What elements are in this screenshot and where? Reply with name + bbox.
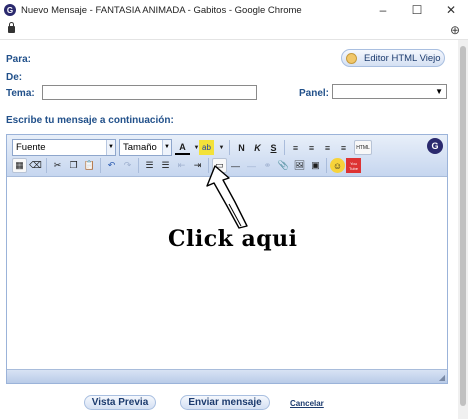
window-titlebar: G Nuevo Mensaje - FANTASIA ANIMADA - Gab… [0, 0, 468, 20]
picture-icon[interactable]: 🖼 [292, 158, 307, 173]
align-justify-icon[interactable]: ≡ [336, 140, 351, 155]
minimize-button[interactable]: – [366, 0, 400, 20]
text-color-button[interactable]: A [175, 140, 190, 155]
editor-html-viejo-button[interactable]: Editor HTML Viejo [341, 49, 445, 67]
maximize-button[interactable]: ☐ [400, 0, 434, 20]
font-select[interactable]: Fuente ▼ [12, 139, 116, 156]
youtube-icon[interactable]: You Tube [346, 158, 361, 173]
gabitos-logo-button[interactable]: G [427, 138, 443, 154]
numbered-list-icon[interactable]: ☰ [142, 158, 157, 173]
app-logo-icon: G [4, 4, 16, 16]
underline-button[interactable]: S [266, 140, 281, 155]
panel-label: Panel: [299, 88, 330, 99]
special-char-icon[interactable]: ▣ [308, 158, 323, 173]
bold-button[interactable]: N [234, 140, 249, 155]
paste-icon[interactable]: 📋 [82, 158, 97, 173]
toolbar-separator [46, 158, 47, 173]
preview-button[interactable]: Vista Previa [84, 395, 156, 410]
chevron-down-icon: ▼ [106, 140, 115, 155]
tema-input[interactable] [42, 85, 257, 100]
align-right-icon[interactable]: ≡ [320, 140, 335, 155]
toolbar-separator [326, 158, 327, 173]
scroll-thumb[interactable] [460, 46, 466, 406]
toolbar-separator [284, 140, 285, 155]
redo-icon[interactable]: ↷ [120, 158, 135, 173]
hand-drawn-arrow [206, 165, 248, 229]
click-here-annotation: Click aqui [168, 226, 298, 252]
page-scrollbar[interactable] [458, 40, 468, 419]
toolbar-separator [100, 158, 101, 173]
window-controls: – ☐ ✕ [366, 0, 468, 20]
attachment-icon[interactable]: 📎 [276, 158, 291, 173]
cancel-link[interactable]: Cancelar [290, 399, 324, 408]
zoom-icon[interactable]: ⊕ [450, 23, 460, 37]
instructions-label: Escribe tu mensaje a continuación: [6, 115, 174, 126]
tema-label: Tema: [6, 88, 35, 99]
window-title: Nuevo Mensaje - FANTASIA ANIMADA - Gabit… [21, 4, 302, 16]
table-icon[interactable]: ▦ [12, 158, 27, 173]
undo-icon[interactable]: ↶ [104, 158, 119, 173]
chevron-down-icon: ▼ [162, 140, 171, 155]
copy-icon[interactable]: ❐ [66, 158, 81, 173]
bullet-list-icon[interactable]: ☰ [158, 158, 173, 173]
document-icon [346, 52, 357, 64]
outdent-icon[interactable]: ⇤ [174, 158, 189, 173]
de-label: De: [6, 72, 23, 83]
cut-icon[interactable]: ✂ [50, 158, 65, 173]
resize-grip-icon[interactable]: ◢ [439, 373, 445, 382]
toolbar-separator [229, 140, 230, 155]
size-select[interactable]: Tamaño ▼ [119, 139, 172, 156]
editor-html-viejo-label: Editor HTML Viejo [364, 52, 441, 64]
close-button[interactable]: ✕ [434, 0, 468, 20]
align-left-icon[interactable]: ≡ [288, 140, 303, 155]
html-mode-button[interactable]: HTML [354, 140, 372, 155]
eraser-icon[interactable]: ⌫ [28, 158, 43, 173]
size-select-value: Tamaño [123, 142, 157, 153]
highlight-dropdown-icon[interactable]: ▼ [214, 140, 229, 155]
send-button[interactable]: Enviar mensaje [180, 395, 270, 410]
font-select-value: Fuente [16, 142, 46, 153]
panel-select[interactable]: ▼ [332, 84, 447, 99]
smiley-icon[interactable]: ☺ [330, 158, 345, 173]
editor-status-bar: ◢ [7, 369, 447, 383]
highlight-color-button[interactable]: ab [199, 140, 214, 155]
indent-icon[interactable]: ⇥ [190, 158, 205, 173]
toolbar-separator [138, 158, 139, 173]
address-bar: ⊕ [0, 20, 468, 40]
lock-icon[interactable] [8, 22, 15, 33]
italic-button[interactable]: K [250, 140, 265, 155]
para-label: Para: [6, 54, 32, 65]
chevron-down-icon: ▼ [435, 87, 443, 96]
align-center-icon[interactable]: ≡ [304, 140, 319, 155]
